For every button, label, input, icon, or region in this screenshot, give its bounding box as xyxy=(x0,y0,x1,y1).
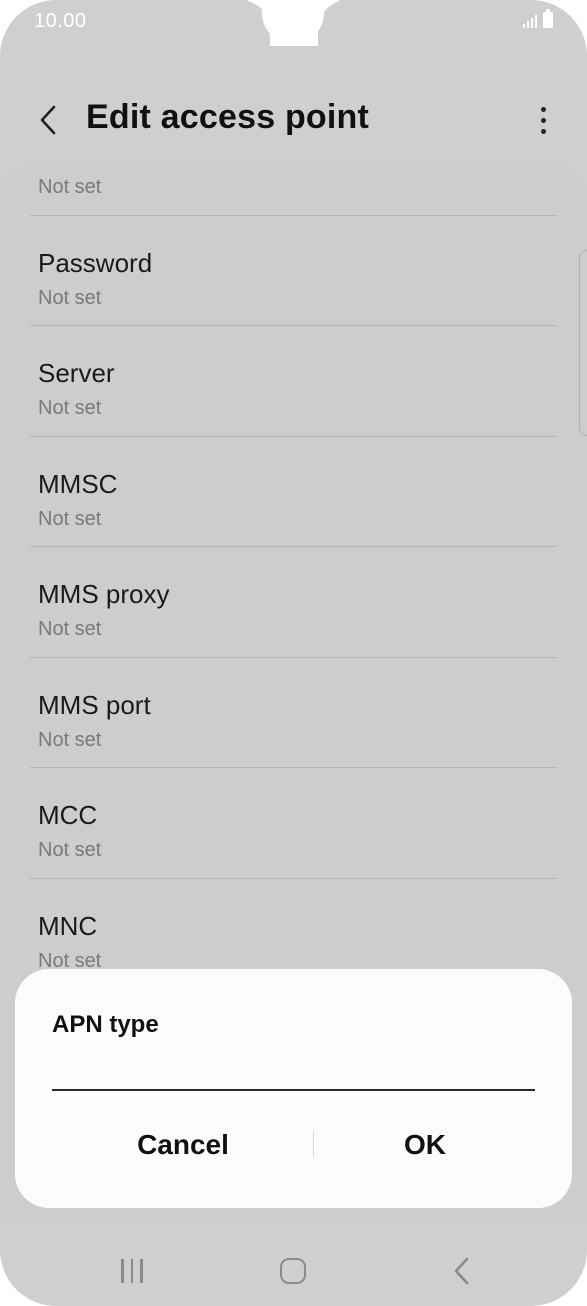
item-value: Not set xyxy=(38,507,102,530)
scrollbar[interactable] xyxy=(579,250,587,436)
item-title: Username xyxy=(38,165,158,168)
item-value: Not set xyxy=(38,728,102,751)
item-title: MCC xyxy=(38,800,98,830)
item-title: Password xyxy=(38,247,153,278)
item-title: MNC xyxy=(38,910,98,941)
apn-type-dialog: APN type Cancel OK xyxy=(15,969,572,1208)
home-button[interactable] xyxy=(271,1256,315,1286)
status-icons xyxy=(523,9,553,28)
nav-back-icon xyxy=(454,1257,469,1285)
app-header: Edit access point xyxy=(0,80,587,160)
list-item[interactable]: MMSC Not set xyxy=(0,437,587,547)
back-button[interactable] xyxy=(28,98,68,142)
list-item[interactable]: MMS port Not set xyxy=(0,658,587,768)
settings-list-items: Username Not set Password Not set Server Not … xyxy=(0,165,587,985)
page-title: Edit access point xyxy=(86,98,370,136)
item-title: MMS port xyxy=(38,689,151,720)
dialog-title: APN type xyxy=(52,1011,159,1038)
button-divider xyxy=(313,1131,314,1157)
ok-button[interactable]: OK xyxy=(315,1119,535,1171)
item-value: Not set xyxy=(38,397,102,419)
item-value: Not set xyxy=(38,286,102,309)
signal-icon xyxy=(523,12,537,28)
recents-button[interactable] xyxy=(110,1256,154,1286)
item-title: Server xyxy=(38,358,115,388)
item-title: MMSC xyxy=(38,468,118,499)
list-item[interactable]: Username Not set xyxy=(0,165,587,216)
list-item[interactable]: Server Not set xyxy=(0,326,587,437)
battery-icon xyxy=(543,9,553,28)
nav-back-button[interactable] xyxy=(440,1256,484,1286)
status-time: 10.00 xyxy=(34,10,87,32)
chevron-left-icon xyxy=(40,105,56,135)
dialog-buttons: Cancel OK xyxy=(15,1119,572,1171)
recents-icon xyxy=(121,1259,124,1283)
list-item[interactable]: MMS proxy Not set xyxy=(0,547,587,658)
item-value: Not set xyxy=(38,618,102,640)
more-vertical-icon xyxy=(540,106,546,112)
item-value: Not set xyxy=(38,176,102,198)
phone-screen: 10.00 Edit access point UsernameNot setP… xyxy=(0,0,587,1306)
cancel-button[interactable]: Cancel xyxy=(33,1119,333,1171)
apn-type-input[interactable] xyxy=(52,1041,535,1091)
item-title: MMS proxy xyxy=(38,579,170,609)
home-icon xyxy=(280,1258,306,1284)
navigation-bar xyxy=(0,1236,587,1306)
list-item[interactable]: Password Not set xyxy=(0,216,587,326)
more-options-button[interactable] xyxy=(531,100,555,140)
list-item[interactable]: MCC Not set xyxy=(0,768,587,879)
item-value: Not set xyxy=(38,839,102,861)
status-bar: 10.00 xyxy=(0,0,587,46)
